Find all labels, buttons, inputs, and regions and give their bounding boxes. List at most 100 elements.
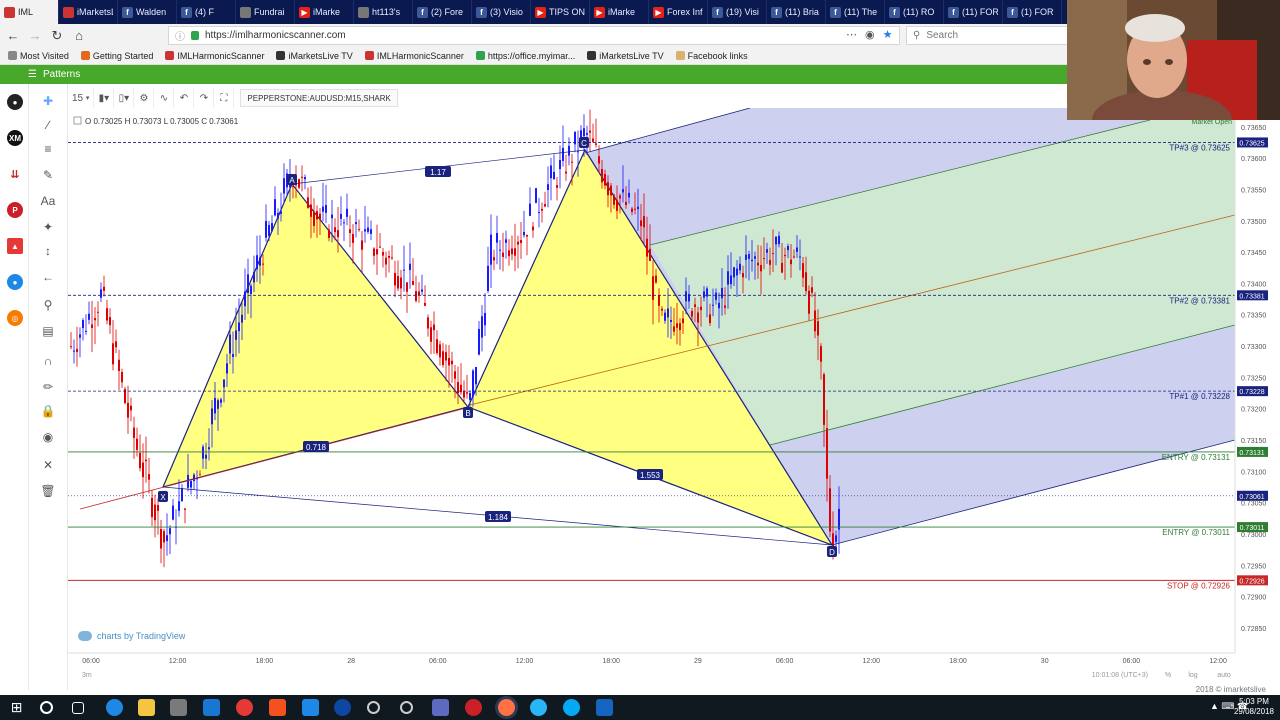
candle-body — [592, 138, 594, 142]
task-view-icon[interactable] — [72, 702, 84, 714]
candle-body — [82, 320, 84, 329]
candle-body — [343, 222, 345, 224]
candle-body — [172, 505, 174, 520]
axis-toggle[interactable]: log — [1188, 672, 1197, 679]
candle-body — [538, 211, 540, 213]
candle-body — [202, 446, 204, 459]
candle-body — [505, 239, 507, 243]
candle-body — [664, 312, 666, 321]
candle-body — [634, 208, 636, 210]
candle-body — [733, 267, 735, 278]
candle-body — [838, 508, 840, 530]
store-icon[interactable] — [170, 699, 187, 716]
candle-body — [424, 302, 426, 306]
candle-body — [646, 238, 648, 257]
candle-body — [91, 324, 93, 328]
candle-body — [400, 277, 402, 289]
app-s-icon[interactable] — [269, 699, 286, 716]
app-ring-icon[interactable] — [367, 701, 380, 714]
skype-icon[interactable] — [563, 699, 580, 716]
candle-body — [97, 311, 99, 313]
candle-body — [181, 488, 183, 502]
candle-body — [823, 374, 825, 425]
windows-start-icon[interactable]: ⊞ — [8, 699, 25, 716]
watermark-text: charts by TradingView — [97, 631, 186, 641]
range-label[interactable]: 3m — [82, 672, 92, 679]
candle-body — [640, 220, 642, 227]
price-level-label: TP#2 @ 0.73381 — [1169, 296, 1230, 305]
candle-body — [322, 206, 324, 212]
edge-icon[interactable] — [106, 699, 123, 716]
firefox-icon[interactable] — [498, 699, 515, 716]
camera-app-icon[interactable] — [596, 699, 613, 716]
candle-body — [559, 159, 561, 170]
app-image-icon[interactable] — [432, 699, 449, 716]
candle-body — [700, 306, 702, 311]
candle-body — [649, 248, 651, 261]
price-tick-label: 0.73100 — [1241, 469, 1266, 476]
candle-body — [454, 371, 456, 379]
candle-body — [475, 366, 477, 385]
time-tick-label: 18:00 — [949, 658, 967, 665]
candle-body — [349, 229, 351, 233]
candle-body — [385, 257, 387, 265]
candle-body — [472, 370, 474, 397]
candle-body — [628, 192, 630, 198]
candle-body — [214, 398, 216, 414]
candle-body — [529, 203, 531, 216]
candle-body — [685, 291, 687, 302]
candle-body — [271, 223, 273, 232]
price-level-label: STOP @ 0.72926 — [1167, 581, 1231, 590]
time-axis[interactable]: 06:00 12:00 18:00 28 06:00 12:00 18:00 29 06:00 1… — [68, 652, 1235, 665]
candle-body — [499, 249, 501, 251]
candle-body — [121, 371, 123, 383]
candle-body — [433, 324, 435, 331]
candle-body — [577, 151, 579, 153]
candle-body — [493, 257, 495, 261]
candle-body — [169, 528, 171, 535]
app-gear-icon[interactable] — [400, 701, 413, 714]
taskbar-clock[interactable]: 5:03 PM 29/08/2018 — [1234, 697, 1274, 717]
candle-body — [85, 330, 87, 332]
candle-body — [376, 249, 378, 255]
webcam-overlay — [1067, 0, 1280, 120]
axis-toggle[interactable]: auto — [1217, 672, 1231, 679]
candle-body — [118, 359, 120, 371]
price-tag: 0.72926 — [1239, 578, 1264, 585]
clock-date: 29/08/2018 — [1233, 707, 1274, 716]
price-tick-label: 0.73600 — [1241, 156, 1266, 163]
candle-body — [583, 128, 585, 137]
candle-body — [466, 392, 468, 394]
chrome-icon[interactable] — [236, 699, 253, 716]
candle-body — [667, 308, 669, 318]
search-circle-icon[interactable] — [40, 701, 53, 714]
candle-body — [463, 390, 465, 398]
candle-body — [391, 257, 393, 259]
legend-toggle-icon[interactable] — [73, 116, 82, 125]
price-axis[interactable]: 0.73650 0.73600 0.73550 0.73500 0.73450 0.734… — [1234, 108, 1266, 653]
app-pinterest-icon[interactable] — [465, 699, 482, 716]
telegram-icon[interactable] — [530, 699, 547, 716]
calendar-app-icon[interactable] — [203, 699, 220, 716]
time-tick-label: 06:00 — [429, 658, 447, 665]
price-level-label: ENTRY @ 0.73011 — [1162, 528, 1230, 537]
app-slides-icon[interactable] — [302, 699, 319, 716]
candle-body — [193, 474, 195, 482]
axis-toggle[interactable]: % — [1165, 672, 1171, 679]
app-blue-circle-icon[interactable] — [334, 699, 351, 716]
candle-body — [301, 176, 303, 178]
candle-body — [412, 281, 414, 285]
time-tick-label: 06:00 — [82, 658, 100, 665]
candle-body — [508, 250, 510, 257]
candle-body — [796, 247, 798, 252]
candle-body — [772, 253, 774, 255]
time-tick-label: 12:00 — [863, 658, 881, 665]
candle-body — [157, 505, 159, 511]
file-explorer-icon[interactable] — [138, 699, 155, 716]
tradingview-watermark[interactable]: charts by TradingView — [78, 631, 185, 641]
candle-body — [307, 197, 309, 208]
candle-body — [334, 227, 336, 233]
candle-body — [187, 474, 189, 488]
candle-body — [598, 156, 600, 164]
candle-body — [421, 289, 423, 292]
